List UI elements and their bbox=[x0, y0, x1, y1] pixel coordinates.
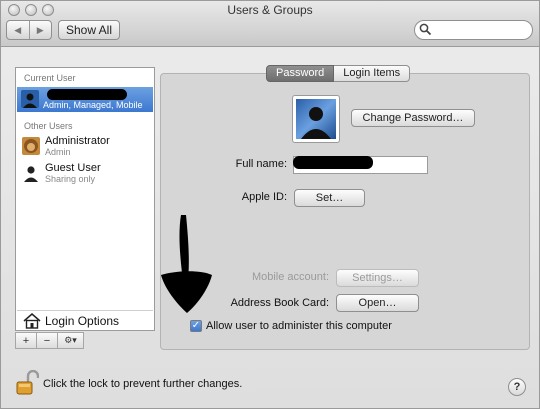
users-groups-window: Users & Groups ◀ ▶ Show All Current User… bbox=[0, 0, 540, 409]
forward-arrow-icon[interactable]: ▶ bbox=[30, 21, 52, 39]
search-box[interactable] bbox=[414, 20, 533, 40]
show-all-button[interactable]: Show All bbox=[58, 20, 120, 40]
redaction-mark bbox=[293, 156, 373, 169]
admin-checkbox-label: Allow user to administer this computer bbox=[206, 320, 392, 332]
set-apple-id-button[interactable]: Set… bbox=[294, 189, 365, 207]
administrator-name: Administrator bbox=[45, 135, 110, 147]
add-user-button[interactable]: + bbox=[15, 332, 37, 349]
mobile-settings-button[interactable]: Settings… bbox=[336, 269, 419, 287]
login-options-item[interactable]: Login Options bbox=[17, 310, 153, 330]
user-silhouette-icon bbox=[21, 90, 39, 108]
redaction-mark bbox=[47, 89, 127, 100]
admin-checkbox-row[interactable]: ✓ Allow user to administer this computer bbox=[190, 320, 392, 332]
lock-message: Click the lock to prevent further change… bbox=[43, 378, 243, 390]
guest-user-name: Guest User bbox=[45, 162, 101, 174]
back-arrow-icon[interactable]: ◀ bbox=[7, 21, 30, 39]
list-tools: + − ⚙▾ bbox=[15, 332, 84, 349]
other-users-heading: Other Users bbox=[24, 121, 73, 131]
address-book-label: Address Book Card: bbox=[230, 297, 329, 309]
change-password-button[interactable]: Change Password… bbox=[351, 109, 475, 127]
lion-avatar-icon bbox=[22, 137, 40, 155]
tab-login-items[interactable]: Login Items bbox=[334, 65, 411, 82]
title-bar: Users & Groups ◀ ▶ Show All bbox=[1, 1, 539, 47]
search-input[interactable] bbox=[433, 23, 529, 37]
mobile-account-label: Mobile account: bbox=[251, 271, 329, 283]
current-user-role: Admin, Managed, Mobile bbox=[43, 100, 143, 110]
guest-user-role: Sharing only bbox=[45, 174, 96, 184]
search-icon bbox=[419, 23, 432, 36]
back-forward-control: ◀ ▶ bbox=[6, 20, 52, 40]
user-silhouette-icon bbox=[24, 166, 38, 182]
gear-icon[interactable]: ⚙▾ bbox=[57, 332, 84, 349]
user-silhouette-icon bbox=[296, 99, 336, 139]
window-title: Users & Groups bbox=[227, 3, 313, 17]
home-icon bbox=[23, 312, 41, 329]
open-address-card-button[interactable]: Open… bbox=[336, 294, 419, 312]
list-item-guest-user[interactable]: Guest User Sharing only bbox=[17, 161, 153, 185]
user-picture[interactable] bbox=[292, 95, 340, 143]
tab-password[interactable]: Password bbox=[266, 65, 335, 82]
tab-bar: Password Login Items bbox=[266, 65, 411, 82]
list-item-administrator[interactable]: Administrator Admin bbox=[17, 134, 153, 158]
help-icon[interactable]: ? bbox=[508, 378, 526, 396]
administrator-role: Admin bbox=[45, 147, 71, 157]
apple-id-label: Apple ID: bbox=[241, 191, 287, 203]
admin-checkbox[interactable]: ✓ bbox=[190, 320, 202, 332]
current-user-heading: Current User bbox=[24, 73, 76, 83]
unlocked-padlock-icon[interactable] bbox=[15, 370, 39, 396]
list-item-current-user[interactable]: Admin, Managed, Mobile bbox=[17, 87, 153, 112]
user-list: Current User Admin, Managed, Mobile Othe… bbox=[15, 67, 155, 331]
hand-drawn-arrow bbox=[161, 215, 212, 313]
login-options-label: Login Options bbox=[45, 313, 120, 328]
remove-user-button[interactable]: − bbox=[36, 332, 58, 349]
full-name-label: Full name: bbox=[235, 158, 287, 170]
